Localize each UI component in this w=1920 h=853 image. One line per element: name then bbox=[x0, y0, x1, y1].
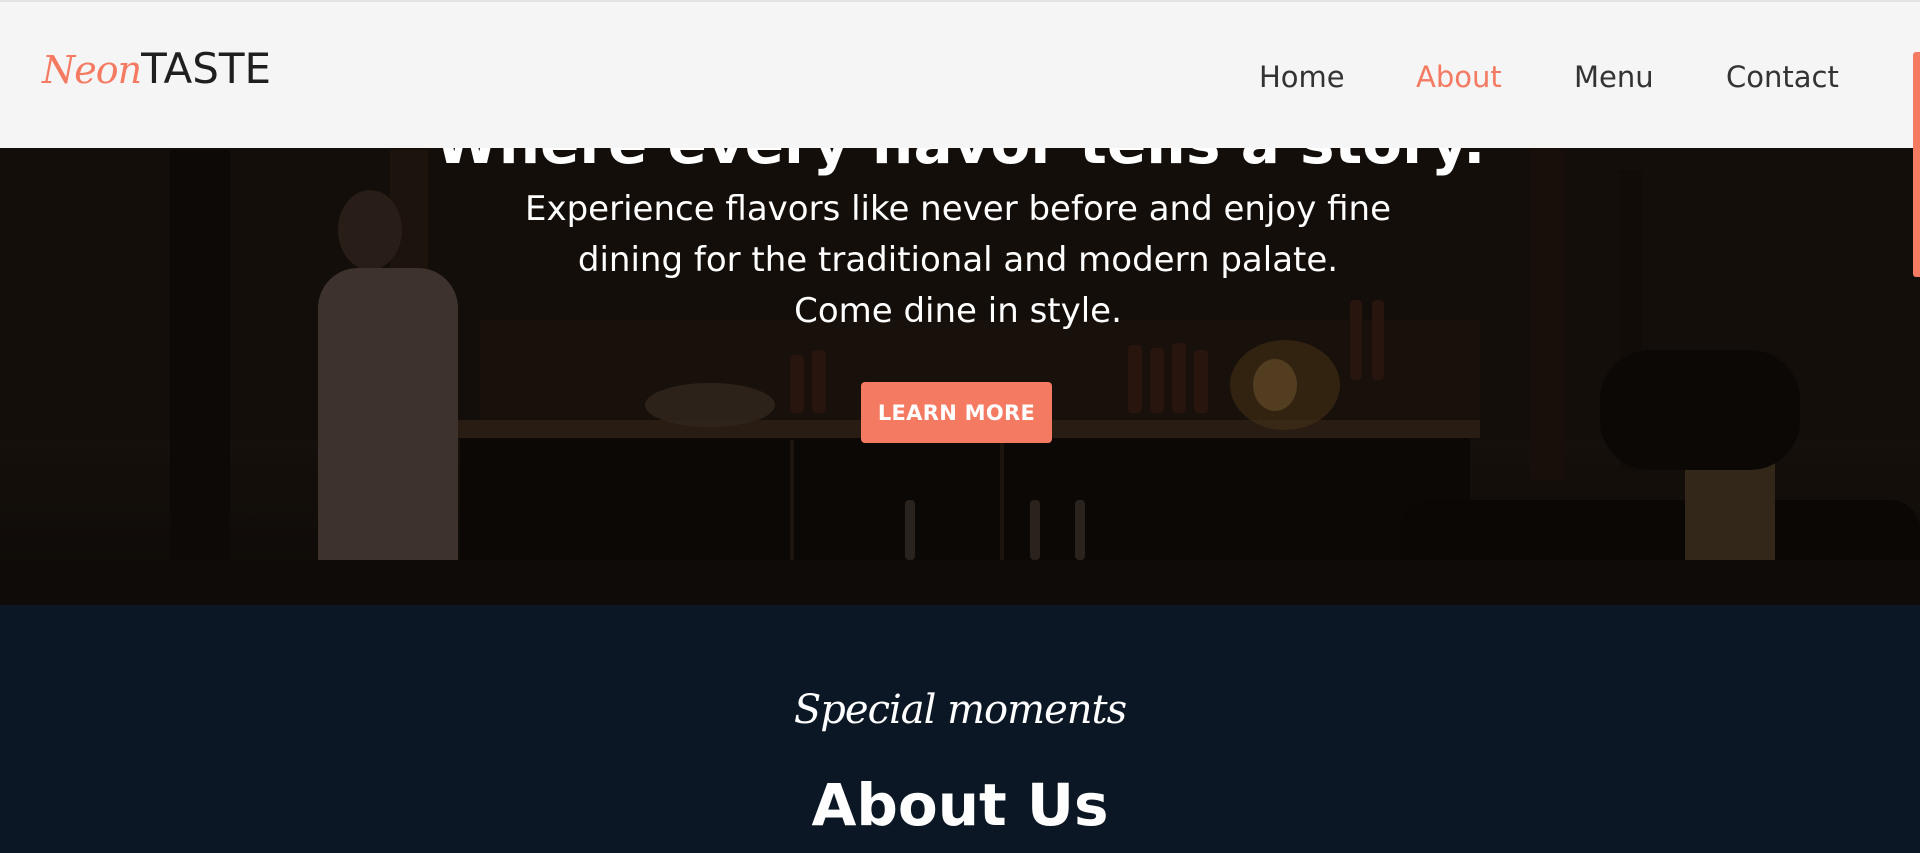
nav-item-menu[interactable]: Menu bbox=[1574, 54, 1654, 100]
site-header: Neon TASTE Home About Menu Contact bbox=[0, 0, 1920, 148]
nav-item-home[interactable]: Home bbox=[1259, 54, 1345, 100]
hero-subtitle: Experience flavors like never before and… bbox=[525, 189, 1392, 331]
about-title: About Us bbox=[811, 771, 1109, 839]
about-section: Special moments About Us bbox=[0, 605, 1920, 853]
scrollbar-thumb[interactable] bbox=[1913, 52, 1920, 277]
learn-more-button[interactable]: LEARN MORE bbox=[861, 382, 1052, 443]
main-nav: Home About Menu Contact bbox=[0, 54, 1920, 100]
nav-item-contact[interactable]: Contact bbox=[1726, 54, 1839, 100]
about-kicker: Special moments bbox=[793, 687, 1127, 733]
nav-item-about[interactable]: About bbox=[1416, 54, 1502, 100]
page: Where every flavor tells a story. Experi… bbox=[0, 0, 1920, 853]
page-scrollbar[interactable] bbox=[1912, 0, 1920, 605]
